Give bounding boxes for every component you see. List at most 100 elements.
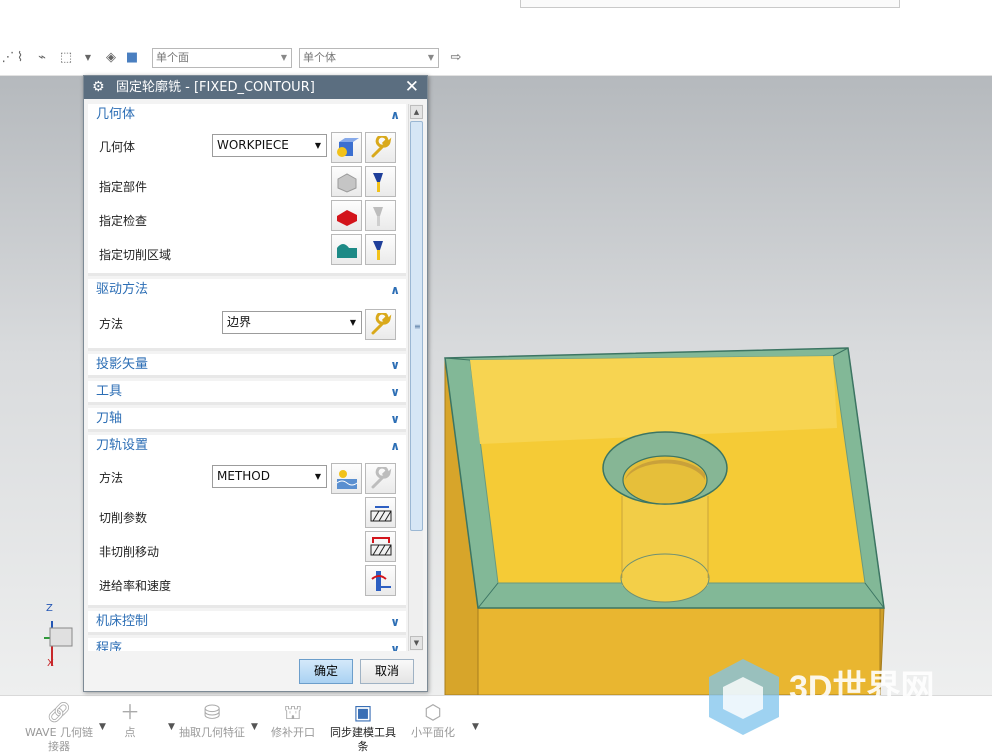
wrench-icon (371, 313, 392, 335)
face-filter-icon[interactable]: ◈ (103, 50, 119, 66)
body-rule-value: 单个体 (303, 51, 336, 64)
dropdown-arrow-icon[interactable]: ▼ (251, 722, 258, 732)
drive-method-section-header[interactable]: 驱动方法 ∧ (88, 279, 406, 301)
chevron-down-icon: ▼ (314, 472, 321, 481)
close-icon[interactable]: ✕ (405, 76, 419, 99)
cut-params-button[interactable] (365, 497, 396, 528)
grip-icon: ≡ (414, 322, 421, 331)
tool-section[interactable]: 工具 ∨ (88, 381, 406, 405)
selection-toolbar: ⋰ ⌇ ⌁ ⬚ ▼ ◈ ■ 单个面 ▼ 单个体 ▼ ⇨ (0, 38, 992, 76)
chevron-down-icon[interactable]: ∨ (390, 611, 400, 633)
wave-linker-label: WAVE 几何链接器 (24, 726, 94, 753)
chevron-up-icon[interactable]: ∧ (390, 435, 400, 457)
projection-vector-section-header[interactable]: 投影矢量 ∨ (88, 354, 406, 376)
patch-opening-icon: ⛫ (283, 700, 303, 724)
sync-modeling-button[interactable]: ▣ 同步建模工具条 (328, 698, 398, 754)
dialog-title-bar[interactable]: ⚙ 固定轮廓铣 - [FIXED_CONTOUR] ✕ (84, 76, 427, 99)
feeds-speeds-icon (371, 571, 391, 591)
projection-vector-section[interactable]: 投影矢量 ∨ (88, 354, 406, 378)
specify-part-button[interactable] (331, 166, 362, 197)
scroll-down-icon[interactable]: ▼ (410, 636, 423, 650)
curve-rule-icon[interactable]: ⌁ (34, 50, 50, 66)
tool-axis-section[interactable]: 刀轴 ∨ (88, 408, 406, 432)
geometry-section-header[interactable]: 几何体 ∧ (88, 104, 406, 126)
display-cut-area-button[interactable] (365, 234, 396, 265)
scroll-thumb[interactable]: ≡ (410, 121, 423, 531)
rectangle-select-icon[interactable]: ⬚ (58, 50, 74, 66)
display-check-button[interactable] (365, 200, 396, 231)
wave-linker-button[interactable]: 🔗︎ WAVE 几何链接器 (24, 698, 94, 754)
chain-link-icon: 🔗︎ (46, 700, 72, 724)
specify-check-label: 指定检查 (99, 214, 148, 228)
new-geometry-button[interactable] (331, 132, 362, 163)
dropdown-arrow-icon[interactable]: ▼ (472, 722, 479, 732)
specify-part-label: 指定部件 (99, 180, 148, 194)
program-section-title: 程序 (96, 641, 123, 651)
extract-geometry-label: 抽取几何特征 (179, 726, 245, 739)
path-settings-section: 刀轨设置 ∧ 方法 METHOD ▼ 切削参数 非切削移动 进给率和速度 (88, 435, 406, 608)
chevron-down-icon: ▼ (280, 53, 287, 62)
edit-method-button[interactable] (365, 463, 396, 494)
facet-button[interactable]: ⬡ 小平面化 (398, 698, 468, 740)
machine-control-section[interactable]: 机床控制 ∨ (88, 611, 406, 635)
edit-drive-method-button[interactable] (365, 309, 396, 340)
new-method-button[interactable] (331, 463, 362, 494)
chevron-down-icon[interactable]: ∨ (390, 408, 400, 430)
dialog-scrollbar[interactable]: ▲ ≡ ▼ (408, 104, 423, 651)
machine-control-section-header[interactable]: 机床控制 ∨ (88, 611, 406, 633)
chevron-up-icon[interactable]: ∧ (390, 279, 400, 301)
drive-method-section: 驱动方法 ∧ 方法 边界 ▼ (88, 279, 406, 351)
program-section-header[interactable]: 程序 ∨ (88, 638, 406, 651)
cut-params-icon (370, 506, 392, 522)
tool-section-header[interactable]: 工具 ∨ (88, 381, 406, 403)
face-rule-select[interactable]: 单个面 ▼ (152, 48, 292, 68)
chevron-down-icon[interactable]: ∨ (390, 638, 400, 651)
patch-opening-button[interactable]: ⛫ 修补开口 (258, 698, 328, 740)
check-body-icon (337, 210, 357, 226)
chevron-down-icon[interactable]: ∨ (390, 381, 400, 403)
chevron-down-icon[interactable]: ∨ (390, 354, 400, 376)
flashlight-icon (373, 173, 383, 192)
point-snap-icon[interactable]: ⌇ (12, 50, 28, 66)
path-settings-section-title: 刀轨设置 (96, 438, 149, 453)
path-settings-section-header[interactable]: 刀轨设置 ∧ (88, 435, 406, 457)
cancel-button[interactable]: 取消 (360, 659, 414, 684)
point-button[interactable]: ＋ 点 (95, 698, 165, 740)
path-method-select[interactable]: METHOD ▼ (212, 465, 327, 488)
chevron-up-icon[interactable]: ∧ (390, 104, 400, 126)
ok-button-label: 确定 (313, 664, 338, 678)
edit-geometry-button[interactable] (365, 132, 396, 163)
new-geometry-icon (337, 138, 359, 157)
watermark-logo: 3D世界网 (709, 659, 934, 735)
flashlight-icon (373, 207, 383, 226)
dialog-title: 固定轮廓铣 - [FIXED_CONTOUR] (116, 80, 315, 95)
point-label: 点 (124, 726, 136, 739)
arrow-right-icon[interactable]: ⇨ (448, 50, 464, 66)
chevron-down-icon: ▼ (314, 141, 321, 150)
patch-opening-label: 修补开口 (271, 726, 315, 739)
geometry-select[interactable]: WORKPIECE ▼ (212, 134, 327, 157)
dropdown-arrow-icon[interactable]: ▼ (80, 50, 96, 66)
tool-section-title: 工具 (96, 384, 123, 399)
specify-check-button[interactable] (331, 200, 362, 231)
dialog-body: 几何体 ∧ 几何体 WORKPIECE ▼ 指定部件 指定检查 指定切削区域 驱… (88, 104, 406, 651)
face-rule-value: 单个面 (156, 51, 189, 64)
non-cut-moves-button[interactable] (365, 531, 396, 562)
drive-method-select[interactable]: 边界 ▼ (222, 311, 362, 334)
geometry-section: 几何体 ∧ 几何体 WORKPIECE ▼ 指定部件 指定检查 指定切削区域 (88, 104, 406, 276)
cut-area-icon (337, 244, 357, 258)
program-section[interactable]: 程序 ∨ (88, 638, 406, 651)
body-rule-select[interactable]: 单个体 ▼ (299, 48, 439, 68)
body-filter-icon[interactable]: ■ (124, 50, 140, 66)
scroll-up-icon[interactable]: ▲ (410, 105, 423, 119)
tool-axis-section-header[interactable]: 刀轴 ∨ (88, 408, 406, 430)
non-cut-moves-icon (370, 537, 392, 556)
ok-button[interactable]: 确定 (299, 659, 353, 684)
display-part-button[interactable] (365, 166, 396, 197)
triad-z-label: Z (46, 603, 53, 614)
geometry-section-title: 几何体 (96, 107, 136, 122)
feeds-speeds-button[interactable] (365, 565, 396, 596)
dropdown-arrow-icon[interactable]: ▼ (168, 722, 175, 732)
specify-cut-area-button[interactable] (331, 234, 362, 265)
extract-geometry-button[interactable]: ⛁ 抽取几何特征 (177, 698, 247, 740)
